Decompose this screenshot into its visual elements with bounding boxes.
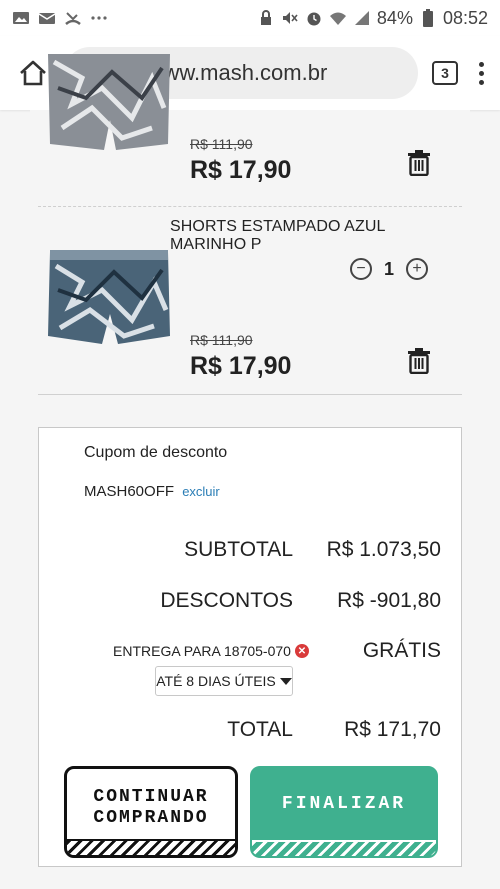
- shipping-option-select[interactable]: ATÉ 8 DIAS ÚTEIS: [155, 666, 293, 696]
- subtotal-label: SUBTOTAL: [184, 538, 293, 561]
- button-stripes: [252, 840, 436, 856]
- alarm-icon: [305, 9, 323, 27]
- shipping-value: GRÁTIS: [362, 639, 441, 662]
- item-price: R$ 17,90: [190, 352, 292, 380]
- battery-icon: [419, 9, 437, 27]
- order-summary: Cupom de desconto MASH60OFF excluir SUBT…: [38, 427, 462, 867]
- item-old-price: R$ 111,90: [190, 332, 253, 348]
- item-title: SHORTS ESTAMPADO AZUL MARINHO P: [170, 218, 385, 253]
- item-old-price: R$ 111,90: [190, 136, 253, 152]
- continue-shopping-button[interactable]: CONTINUAR COMPRANDO: [64, 766, 238, 858]
- trash-icon[interactable]: [406, 348, 432, 374]
- battery-percent: 84%: [376, 7, 413, 28]
- clock: 08:52: [442, 7, 488, 28]
- finalize-label: FINALIZAR: [281, 794, 407, 814]
- image-icon: [12, 10, 30, 26]
- caret-down-icon: [279, 677, 292, 685]
- cart-list: R$ 111,90 R$ 17,90 SHORTS ESTAMPADO AZUL…: [30, 54, 470, 410]
- notification-icons: [12, 10, 108, 26]
- trash-icon[interactable]: [406, 150, 432, 176]
- shipping-destination: ENTREGA PARA 18705-070 ✕: [113, 643, 309, 659]
- total-value: R$ 171,70: [344, 718, 441, 741]
- button-stripes: [67, 839, 235, 855]
- lock-icon: [257, 9, 275, 27]
- mail-icon: [38, 10, 56, 26]
- overflow-menu-icon[interactable]: [472, 61, 490, 85]
- coupon-label: Cupom de desconto: [84, 444, 228, 461]
- continue-shopping-label: CONTINUAR COMPRANDO: [93, 787, 209, 828]
- more-icon: [90, 10, 108, 26]
- discounts-value: R$ -901,80: [337, 589, 441, 612]
- system-status: 84% 08:52: [257, 8, 488, 29]
- shipping-option-value: ATÉ 8 DIAS ÚTEIS: [156, 673, 276, 689]
- quantity-value: 1: [384, 258, 395, 279]
- increase-quantity-button[interactable]: +: [406, 258, 429, 280]
- total-label: TOTAL: [227, 718, 293, 741]
- product-thumbnail[interactable]: [42, 48, 176, 158]
- coupon-code: MASH60OFF: [84, 483, 175, 500]
- mute-icon: [281, 9, 299, 27]
- status-bar: 84% 08:52: [0, 0, 500, 36]
- shipping-label: ENTREGA PARA 18705-070: [113, 643, 291, 659]
- item-divider: [38, 206, 462, 207]
- subtotal-value: R$ 1.073,50: [326, 538, 441, 561]
- wifi-icon: [329, 9, 347, 27]
- discounts-label: DESCONTOS: [160, 589, 293, 612]
- decrease-quantity-button[interactable]: −: [350, 258, 372, 280]
- quantity-stepper: − 1 +: [350, 258, 429, 280]
- signal-icon: [353, 9, 371, 27]
- missed-call-icon: [64, 10, 82, 26]
- item-price: R$ 17,90: [190, 156, 292, 184]
- product-thumbnail[interactable]: [42, 246, 176, 356]
- clear-zip-icon[interactable]: ✕: [294, 644, 309, 658]
- list-end-divider: [38, 394, 462, 395]
- coupon-applied: MASH60OFF excluir: [84, 483, 220, 500]
- finalize-button[interactable]: FINALIZAR: [250, 766, 438, 858]
- remove-coupon-link[interactable]: excluir: [182, 484, 220, 499]
- tab-switcher-button[interactable]: 3: [432, 61, 458, 85]
